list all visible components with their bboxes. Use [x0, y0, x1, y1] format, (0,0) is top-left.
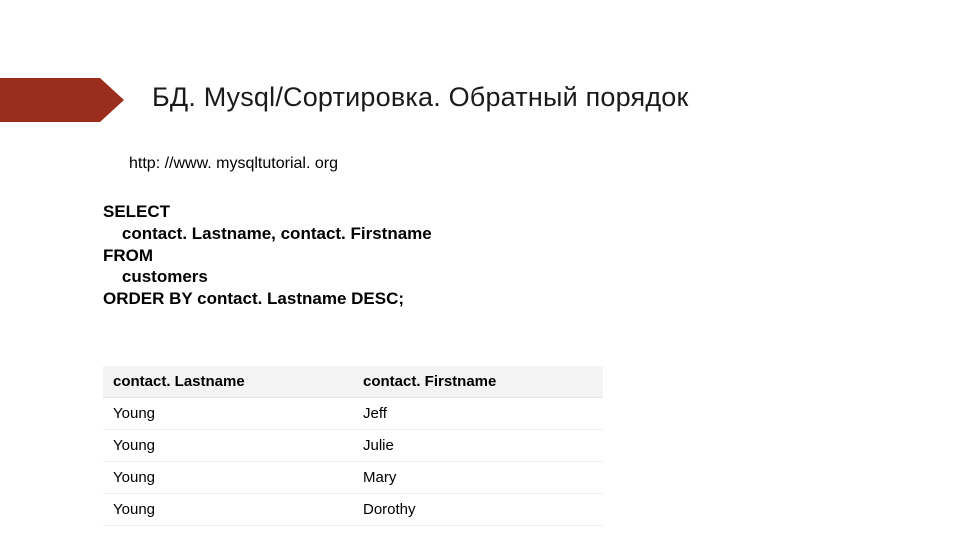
slide-accent-arrow [0, 78, 130, 122]
table-cell: Julie [353, 430, 603, 462]
sql-code-block: SELECT contact. Lastname, contact. First… [103, 201, 432, 310]
table-row: Young Julie [103, 430, 603, 462]
table-cell: Young [103, 494, 353, 526]
table-header-cell: contact. Lastname [103, 366, 353, 398]
accent-bar [0, 78, 100, 122]
table-cell: Young [103, 398, 353, 430]
accent-triangle-icon [100, 78, 124, 122]
source-url: http: //www. mysqltutorial. org [129, 155, 338, 173]
table-cell: Young [103, 430, 353, 462]
results-table: contact. Lastname contact. Firstname You… [103, 366, 603, 526]
table-cell: Jeff [353, 398, 603, 430]
table-header-row: contact. Lastname contact. Firstname [103, 366, 603, 398]
table-header-cell: contact. Firstname [353, 366, 603, 398]
table-row: Young Jeff [103, 398, 603, 430]
table-cell: Young [103, 462, 353, 494]
table-cell: Mary [353, 462, 603, 494]
table-cell: Dorothy [353, 494, 603, 526]
table-row: Young Dorothy [103, 494, 603, 526]
table-row: Young Mary [103, 462, 603, 494]
slide-title: БД. Mysql/Сортировка. Обратный порядок [152, 82, 689, 113]
